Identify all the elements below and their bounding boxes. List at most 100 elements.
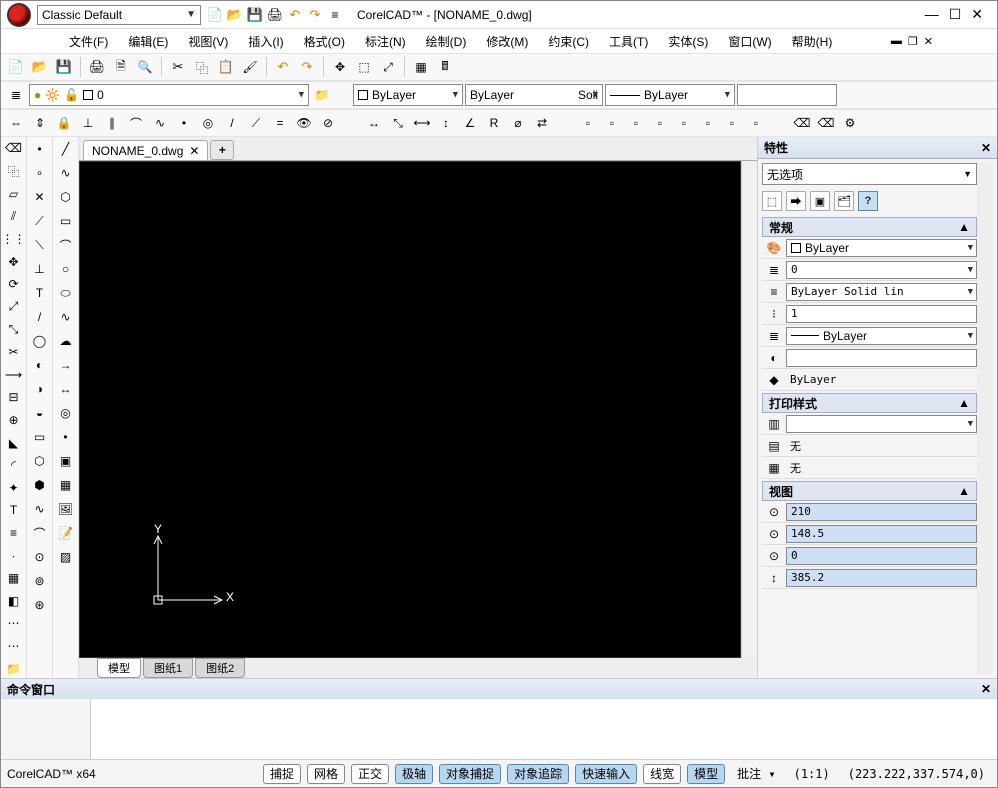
- menu-tools[interactable]: 工具(T): [601, 31, 656, 52]
- m7[interactable]: T: [29, 283, 51, 303]
- arc-tool[interactable]: ⌒: [55, 235, 77, 255]
- select-icon[interactable]: ▣: [810, 191, 830, 211]
- prop-linetype[interactable]: ByLayer Solid lin: [786, 283, 977, 301]
- point-tool[interactable]: ∙: [3, 546, 25, 565]
- print-preview-button[interactable]: 🗎: [110, 56, 132, 78]
- prop-transparency[interactable]: [786, 349, 977, 367]
- c-smooth[interactable]: ∿: [149, 112, 171, 134]
- ray-tool[interactable]: →: [55, 355, 77, 375]
- add-tab-button[interactable]: +: [210, 140, 234, 160]
- text-tool[interactable]: T: [3, 501, 25, 520]
- pan-button[interactable]: ✥: [329, 56, 351, 78]
- align-tool[interactable]: ≡: [3, 524, 25, 543]
- dc-1[interactable]: ▫: [577, 112, 599, 134]
- line-tool[interactable]: ╱: [55, 139, 77, 159]
- workspace-select[interactable]: Classic Default: [37, 5, 201, 25]
- help-icon[interactable]: ?: [858, 191, 878, 211]
- status-osnap[interactable]: 对象捕捉: [439, 764, 501, 784]
- calc-button[interactable]: 🖩: [434, 56, 456, 78]
- mirror-tool[interactable]: ▱: [3, 185, 25, 204]
- c-vertical[interactable]: ⇕: [29, 112, 51, 134]
- properties-scrollbar[interactable]: [977, 163, 993, 674]
- cat-view[interactable]: 视图▲: [762, 481, 977, 501]
- m15[interactable]: ⬢: [29, 475, 51, 495]
- quick-select-icon[interactable]: ⮕: [786, 191, 806, 211]
- xline-tool[interactable]: ↔: [55, 379, 77, 399]
- filter-icon[interactable]: 🗂: [834, 191, 854, 211]
- dc-5[interactable]: ▫: [673, 112, 695, 134]
- d-horizontal[interactable]: ⟷: [411, 112, 433, 134]
- prop-layer[interactable]: 0: [786, 261, 977, 279]
- prop-lineweight[interactable]: ByLayer: [786, 327, 977, 345]
- c-equal[interactable]: =: [269, 112, 291, 134]
- m17[interactable]: ⌒: [29, 523, 51, 543]
- m16[interactable]: ∿: [29, 499, 51, 519]
- d-radius[interactable]: R: [483, 112, 505, 134]
- fillet-tool[interactable]: ◜: [3, 456, 25, 475]
- maximize-button[interactable]: ☐: [949, 6, 962, 23]
- tab-close-icon[interactable]: ✕: [189, 144, 199, 158]
- m8[interactable]: /: [29, 307, 51, 327]
- scale-tool[interactable]: ⤢: [3, 298, 25, 317]
- plotstyle-field[interactable]: [737, 84, 837, 106]
- m14[interactable]: ⬡: [29, 451, 51, 471]
- m19[interactable]: ⊚: [29, 571, 51, 591]
- linetype-dropdown[interactable]: ByLayerSoli: [465, 84, 603, 106]
- c-concentric[interactable]: ◎: [197, 112, 219, 134]
- prop-center-z[interactable]: 0: [786, 547, 977, 565]
- move-tool[interactable]: ✥: [3, 252, 25, 271]
- prop-center-x[interactable]: 210: [786, 503, 977, 521]
- pick-add-icon[interactable]: ⬚: [762, 191, 782, 211]
- array-tool[interactable]: ⋮⋮: [3, 230, 25, 249]
- paste-button[interactable]: [215, 56, 237, 78]
- ellipse-tool[interactable]: ⬭: [55, 283, 77, 303]
- polygon-tool[interactable]: ⬡: [55, 187, 77, 207]
- prop-height[interactable]: 385.2: [786, 569, 977, 587]
- m18[interactable]: ⊙: [29, 547, 51, 567]
- menu-modify[interactable]: 修改(M): [478, 31, 536, 52]
- dc-6[interactable]: ▫: [697, 112, 719, 134]
- command-history[interactable]: [1, 699, 91, 759]
- trim-tool[interactable]: ✂: [3, 343, 25, 362]
- status-dyn[interactable]: 快速输入: [575, 764, 637, 784]
- dc-4[interactable]: ▫: [649, 112, 671, 134]
- m3[interactable]: ✕: [29, 187, 51, 207]
- menu-solid[interactable]: 实体(S): [660, 31, 716, 52]
- m5[interactable]: ⟍: [29, 235, 51, 255]
- dc-del2[interactable]: ⌫: [815, 112, 837, 134]
- break-tool[interactable]: ⊟: [3, 388, 25, 407]
- layer-folder-button[interactable]: 📁: [311, 84, 333, 106]
- print-button[interactable]: [86, 56, 108, 78]
- canvas-scrollbar-v[interactable]: [741, 161, 757, 658]
- layer-dropdown[interactable]: ●🔆🔓 0: [29, 84, 309, 106]
- eraser-tool[interactable]: ⌫: [3, 139, 25, 158]
- d-convert[interactable]: ⇄: [531, 112, 553, 134]
- rectangle-tool[interactable]: ▭: [55, 211, 77, 231]
- zoom-extents-button[interactable]: ⤢: [377, 56, 399, 78]
- properties-title[interactable]: 特性✕: [758, 137, 997, 159]
- mdi-minimize-button[interactable]: ▬: [891, 35, 902, 48]
- c-parallel[interactable]: ∥: [101, 112, 123, 134]
- status-model[interactable]: 模型: [687, 764, 725, 784]
- layer-manager-button[interactable]: ≣: [5, 84, 27, 106]
- rotate-tool[interactable]: ⟳: [3, 275, 25, 294]
- menu-insert[interactable]: 插入(I): [240, 31, 291, 52]
- menu-help[interactable]: 帮助(H): [784, 31, 841, 52]
- dc-7[interactable]: ▫: [721, 112, 743, 134]
- c-colinear[interactable]: /: [221, 112, 243, 134]
- c-horizontal[interactable]: ⇔: [5, 112, 27, 134]
- prop-color[interactable]: ByLayer: [786, 239, 977, 257]
- status-batch[interactable]: 批注 ▾: [731, 765, 781, 782]
- qat-redo-icon[interactable]: [307, 7, 323, 23]
- d-vertical[interactable]: ↕: [435, 112, 457, 134]
- dc-settings[interactable]: ⚙: [839, 112, 861, 134]
- region-tool[interactable]: ◧: [3, 592, 25, 611]
- cloud-tool[interactable]: ☁: [55, 331, 77, 351]
- c-coincident[interactable]: •: [173, 112, 195, 134]
- spline-tool[interactable]: ∿: [55, 307, 77, 327]
- app-icon[interactable]: [7, 3, 31, 27]
- status-polar[interactable]: 极轴: [395, 764, 433, 784]
- color-dropdown[interactable]: ByLayer: [353, 84, 463, 106]
- d-linear[interactable]: ↔: [363, 112, 385, 134]
- undo-button[interactable]: [272, 56, 294, 78]
